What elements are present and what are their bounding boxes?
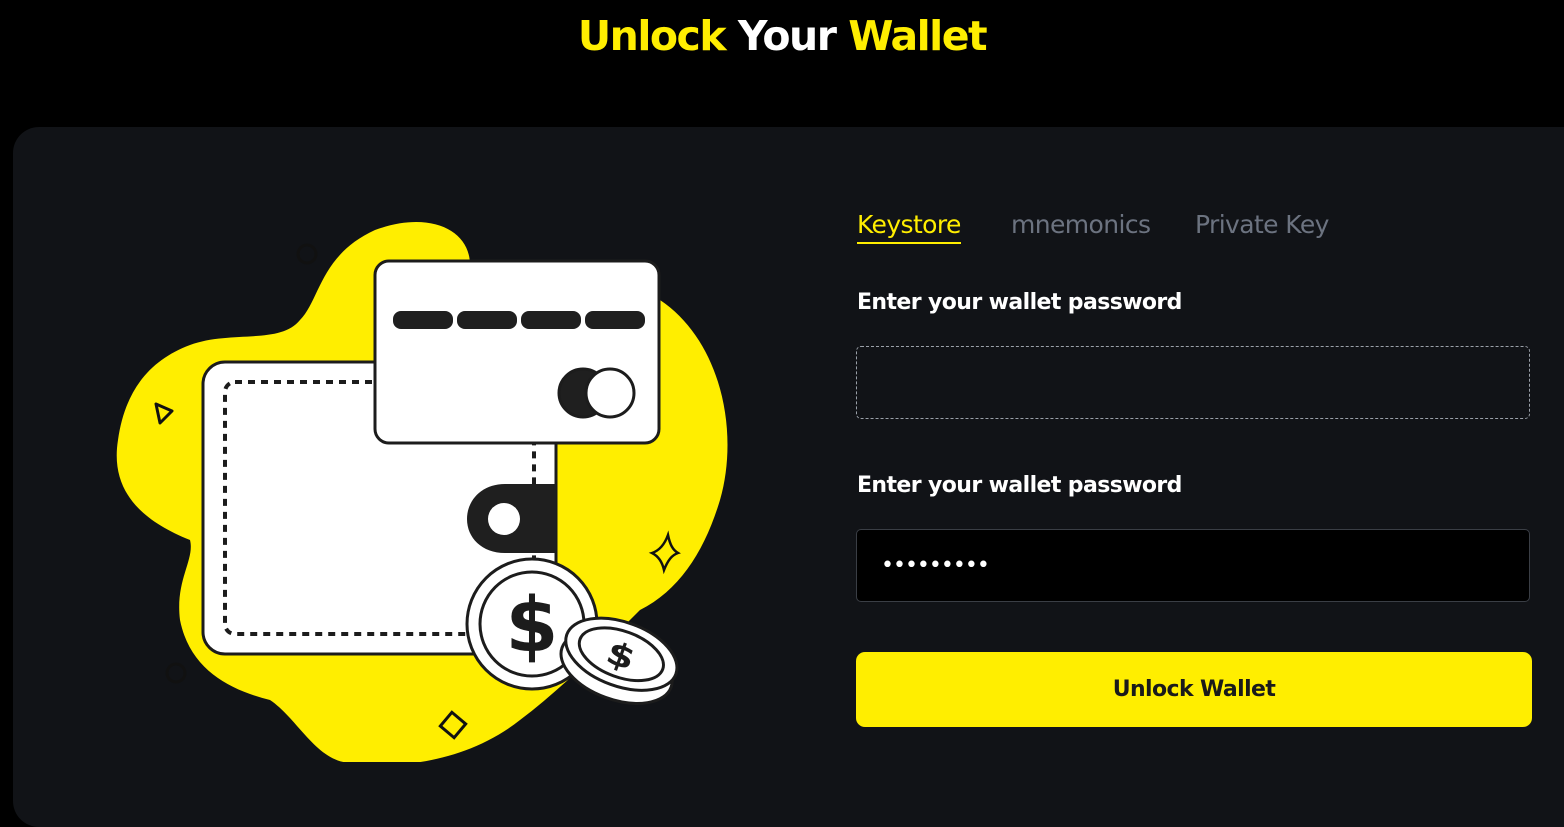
unlock-wallet-button[interactable]: Unlock Wallet bbox=[856, 652, 1532, 727]
wallet-illustration: $ $ bbox=[116, 222, 728, 762]
tab-keystore[interactable]: Keystore bbox=[857, 208, 961, 244]
title-word-wallet: Wallet bbox=[848, 12, 987, 60]
password-label-1: Enter your wallet password bbox=[857, 290, 1182, 315]
credit-card-icon bbox=[373, 259, 661, 445]
tab-mnemonics[interactable]: mnemonics bbox=[1011, 208, 1151, 242]
tab-private-key[interactable]: Private Key bbox=[1195, 208, 1329, 242]
circle-decoration-icon bbox=[165, 662, 187, 684]
password-input-1[interactable] bbox=[856, 346, 1530, 419]
password-input-2[interactable]: ••••••••• bbox=[856, 529, 1530, 602]
circle-decoration-icon bbox=[296, 243, 318, 265]
password-label-2: Enter your wallet password bbox=[857, 473, 1182, 498]
coin-dollar-sign: $ bbox=[506, 580, 559, 669]
